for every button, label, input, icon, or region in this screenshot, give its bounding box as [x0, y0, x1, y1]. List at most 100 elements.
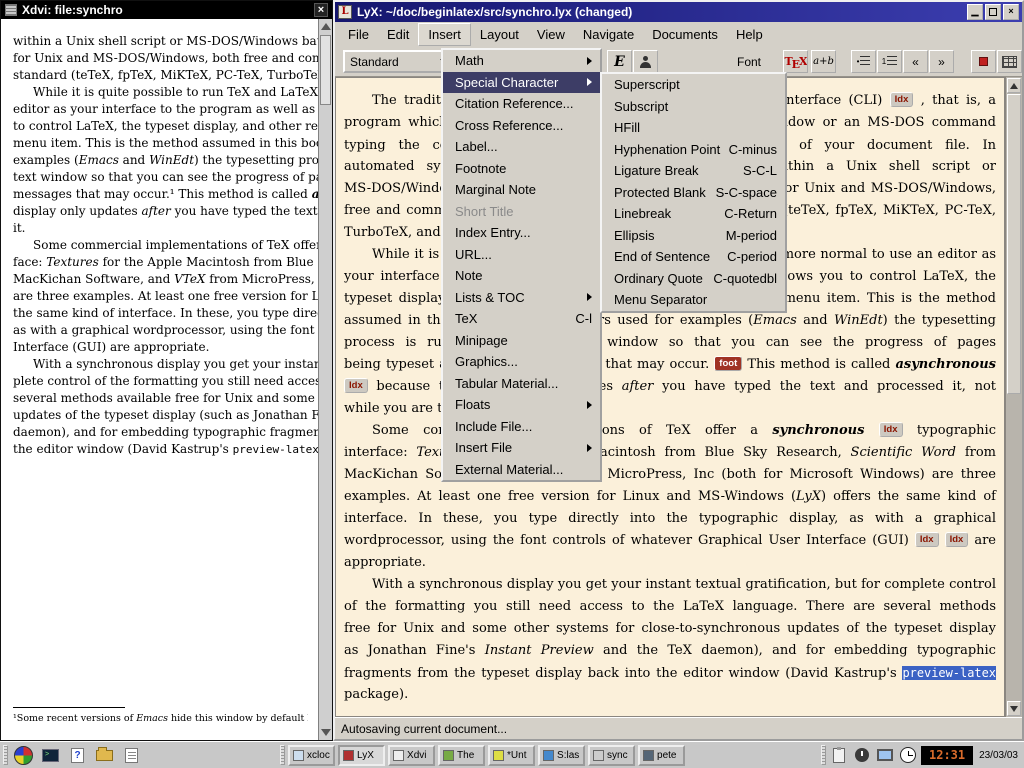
menu-item-external-material[interactable]: External Material... — [443, 459, 600, 481]
inset-idx-button[interactable]: Idx — [890, 92, 914, 107]
menu-item-end-of-sentence[interactable]: End of SentenceC-period — [602, 246, 785, 268]
xdvi-scroll-thumb[interactable] — [320, 35, 331, 105]
taskbar-handle[interactable] — [280, 745, 285, 765]
menu-layout[interactable]: Layout — [471, 24, 528, 45]
menu-item-linebreak[interactable]: LinebreakC-Return — [602, 203, 785, 225]
help-icon[interactable] — [65, 744, 90, 766]
depth-increment-icon[interactable]: » — [929, 50, 954, 73]
lyx-scroll-thumb[interactable] — [1007, 94, 1021, 394]
menu-item-minipage[interactable]: Minipage — [443, 330, 600, 352]
editor-icon[interactable] — [119, 744, 144, 766]
kmenu-icon[interactable] — [11, 744, 36, 766]
submenu-arrow-icon — [587, 78, 592, 86]
menu-item-graphics[interactable]: Graphics... — [443, 351, 600, 373]
tex-icon[interactable]: TEX — [783, 50, 808, 73]
terminal-icon[interactable] — [38, 744, 63, 766]
clipboard-icon[interactable] — [829, 745, 849, 765]
task-the[interactable]: The — [438, 745, 485, 766]
minimize-icon[interactable]: ▁ — [967, 4, 983, 20]
menu-item-menu-separator[interactable]: Menu Separator — [602, 289, 785, 311]
task-pete[interactable]: pete — [638, 745, 685, 766]
text-run: ¹Some recent versions of — [13, 713, 136, 724]
menu-item-hfill[interactable]: HFill — [602, 117, 785, 139]
home-folder-icon[interactable] — [92, 744, 117, 766]
xdvi-scrollbar[interactable] — [318, 19, 332, 740]
task-unt[interactable]: *Unt — [488, 745, 535, 766]
shortcut-label: M-period — [718, 228, 777, 243]
xdvi-titlebar[interactable]: Xdvi: file:synchro × — [1, 1, 332, 19]
inset-idx-button[interactable]: Idx — [879, 422, 903, 437]
paragraph-style-combo[interactable]: Standard — [343, 50, 455, 73]
inset-idx-button[interactable]: Idx — [915, 532, 939, 547]
scroll-up-icon[interactable] — [1007, 78, 1021, 93]
menu-item-math[interactable]: Math — [443, 50, 600, 72]
close-icon[interactable]: × — [1003, 4, 1019, 20]
menu-item-marginal-note[interactable]: Marginal Note — [443, 179, 600, 201]
menu-item-ordinary-quote[interactable]: Ordinary QuoteC-quotedbl — [602, 268, 785, 290]
table-icon[interactable] — [997, 50, 1022, 73]
power-icon[interactable] — [852, 745, 872, 765]
menu-item-index-entry[interactable]: Index Entry... — [443, 222, 600, 244]
menu-item-label[interactable]: Label... — [443, 136, 600, 158]
inset-foot-button[interactable]: foot — [714, 356, 742, 371]
menu-navigate[interactable]: Navigate — [574, 24, 643, 45]
menu-item-ligature-break[interactable]: Ligature BreakS-C-L — [602, 160, 785, 182]
task-xcloc[interactable]: xcloc — [288, 745, 335, 766]
menu-item-note[interactable]: Note — [443, 265, 600, 287]
inset-idx-button[interactable]: Idx — [344, 378, 368, 393]
task-sync[interactable]: sync — [588, 745, 635, 766]
menu-item-subscript[interactable]: Subscript — [602, 96, 785, 118]
task-icon — [543, 750, 554, 761]
menu-file[interactable]: File — [339, 24, 378, 45]
menu-view[interactable]: View — [528, 24, 574, 45]
panel-handle[interactable] — [3, 745, 8, 765]
emphasis-icon[interactable]: E — [607, 50, 632, 73]
task-xdvi[interactable]: Xdvi — [388, 745, 435, 766]
menu-item-superscript[interactable]: Superscript — [602, 74, 785, 96]
enumerate-icon[interactable]: 1 — [877, 50, 902, 73]
menu-item-ellipsis[interactable]: EllipsisM-period — [602, 225, 785, 247]
depth-decrement-icon[interactable]: « — [903, 50, 928, 73]
menu-item-footnote[interactable]: Footnote — [443, 158, 600, 180]
menu-item-include-file[interactable]: Include File... — [443, 416, 600, 438]
scroll-down-icon[interactable] — [321, 729, 331, 736]
xdvi-line: examples (Emacs and WinEdt) the typesett… — [13, 152, 318, 169]
xdvi-line: as with a graphical wordprocessor, using… — [13, 322, 318, 339]
analog-clock-icon[interactable] — [898, 745, 918, 765]
menu-item-url[interactable]: URL... — [443, 244, 600, 266]
menu-item-floats[interactable]: Floats — [443, 394, 600, 416]
itemize-icon[interactable]: • — [851, 50, 876, 73]
lyx-scrollbar[interactable] — [1005, 77, 1022, 717]
xdvi-close-icon[interactable]: × — [314, 3, 328, 17]
menu-item-hyphenation-point[interactable]: Hyphenation PointC-minus — [602, 139, 785, 161]
maximize-icon[interactable] — [985, 4, 1001, 20]
menu-insert[interactable]: Insert — [418, 23, 471, 46]
display-icon[interactable] — [875, 745, 895, 765]
document-line: assumed in this booklet. In the editors … — [336, 310, 1004, 332]
menu-item-insert-file[interactable]: Insert File — [443, 437, 600, 459]
menu-item-protected-blank[interactable]: Protected BlankS-C-space — [602, 182, 785, 204]
menu-edit[interactable]: Edit — [378, 24, 418, 45]
menu-item-cross-reference[interactable]: Cross Reference... — [443, 115, 600, 137]
task-lyx[interactable]: LyX — [338, 745, 385, 766]
figure-icon[interactable] — [971, 50, 996, 73]
menu-item-lists-toc[interactable]: Lists & TOC — [443, 287, 600, 309]
inset-idx-button[interactable]: Idx — [945, 532, 969, 547]
menu-item-tex[interactable]: TeXC-l — [443, 308, 600, 330]
menu-item-citation-reference[interactable]: Citation Reference... — [443, 93, 600, 115]
lyx-titlebar[interactable]: L LyX: ~/doc/beginlatex/src/synchro.lyx … — [335, 2, 1022, 22]
xdvi-line: for Unix and MS-DOS/Windows, both free a… — [13, 50, 318, 67]
menu-item-special-character[interactable]: Special Character — [443, 72, 600, 94]
tray-handle[interactable] — [821, 745, 826, 765]
noun-icon[interactable] — [633, 50, 658, 73]
menu-help[interactable]: Help — [727, 24, 772, 45]
menu-item-tabular-material[interactable]: Tabular Material... — [443, 373, 600, 395]
text-run: Textures — [46, 255, 99, 269]
text-run: MacKichan Software, and — [13, 272, 174, 286]
text-run: interface: — [344, 445, 416, 460]
math-mode-icon[interactable]: a+b — [811, 50, 836, 73]
task-s-las[interactable]: S:las — [538, 745, 585, 766]
scroll-down-icon[interactable] — [1007, 701, 1021, 716]
scroll-up-icon[interactable] — [321, 23, 331, 30]
menu-documents[interactable]: Documents — [643, 24, 727, 45]
